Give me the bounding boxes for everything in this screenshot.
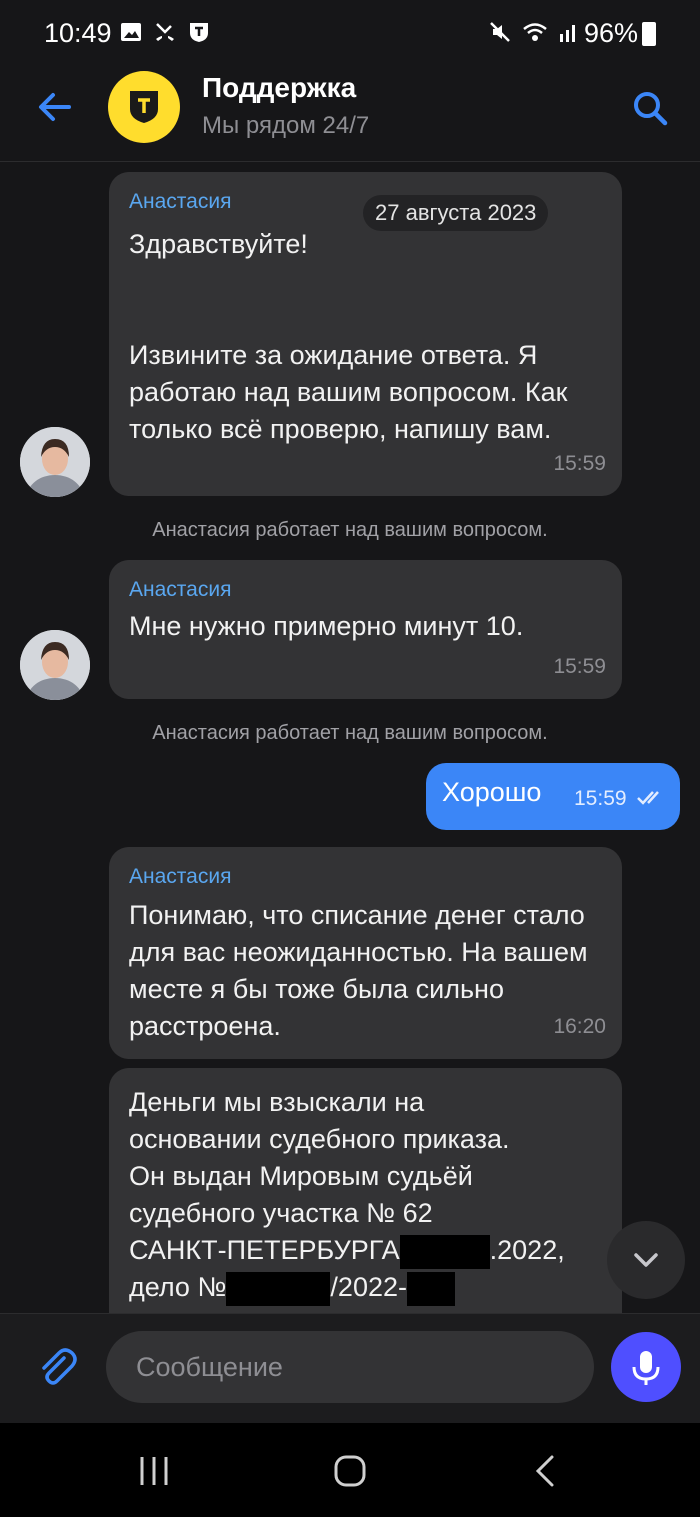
sender-name: Анастасия [129,578,232,601]
message-text: Понимаю, что списание денег стало для ва… [129,900,588,1041]
status-time: 10:49 [44,18,112,48]
message-time: 15:59 [553,655,606,678]
agent-photo [20,630,90,700]
message-time: 16:20 [553,1015,606,1038]
microphone-icon [632,1351,660,1385]
message-text: Деньги мы взыскали на основании судебног… [129,1084,619,1306]
arrow-left-icon [39,93,71,121]
search-icon [634,92,668,126]
status-bar: 10:49 96% [0,0,700,66]
recents-button[interactable] [132,1449,176,1493]
chat-subtitle: Мы рядом 24/7 [202,112,370,139]
agent-avatar[interactable] [20,630,90,700]
chevron-down-icon [634,1253,658,1267]
message-list[interactable]: Анастасия 27 августа 2023 Здравствуйте! … [0,163,700,1313]
system-message: Анастасия работает над вашим вопросом. [152,519,548,541]
chat-header: Поддержка Мы рядом 24/7 [0,66,700,162]
battery-icon [642,22,656,46]
message-bubble[interactable]: Анастасия Мне нужно примерно минут 10. 1… [109,560,622,699]
message-time: 15:59 [574,787,627,810]
sender-name: Анастасия [129,190,232,213]
message-input[interactable] [106,1331,594,1403]
gallery-icon [121,23,141,41]
message-text: Здравствуйте! Извините за ожидание ответ… [129,229,568,444]
message-text: Хорошо [442,777,542,807]
paperclip-icon [42,1348,77,1385]
wifi-icon [523,23,547,41]
double-check-icon [637,791,659,805]
redacted-block [226,1271,331,1306]
message-bubble[interactable]: Анастасия Понимаю, что списание денег ст… [109,847,622,1059]
back-chevron-icon [535,1455,554,1487]
message-bubble[interactable]: Деньги мы взыскали на основании судебног… [109,1068,622,1313]
message-text: Мне нужно примерно минут 10. [129,611,524,641]
search-button[interactable] [628,86,672,130]
chat-title[interactable]: Поддержка [202,72,356,104]
voice-record-button[interactable] [611,1332,681,1402]
recents-icon [140,1457,168,1485]
signal-icon [560,25,575,42]
system-message: Анастасия работает над вашим вопросом. [152,722,548,744]
support-avatar[interactable] [108,71,180,143]
missed-call-icon [156,23,174,41]
scroll-to-bottom-button[interactable] [607,1221,685,1299]
battery-percent: 96% [583,18,638,48]
outgoing-message-bubble[interactable]: Хорошо 15:59 [426,763,680,830]
attach-button[interactable] [34,1344,80,1390]
message-composer [0,1313,700,1423]
system-nav-bar [0,1423,700,1517]
tinkoff-notification-icon [190,23,208,42]
tinkoff-logo-icon [130,91,158,123]
agent-photo [20,427,90,497]
sender-name: Анастасия [129,865,232,888]
redacted-block [406,1271,455,1306]
back-button[interactable] [32,84,78,130]
redacted-block [399,1234,490,1269]
message-time: 15:59 [553,452,606,475]
mute-icon [490,22,510,42]
agent-avatar[interactable] [20,427,90,497]
home-icon [334,1455,366,1487]
back-nav-button[interactable] [524,1449,568,1493]
home-button[interactable] [328,1449,372,1493]
message-bubble[interactable]: Анастасия 27 августа 2023 Здравствуйте! … [109,172,622,496]
